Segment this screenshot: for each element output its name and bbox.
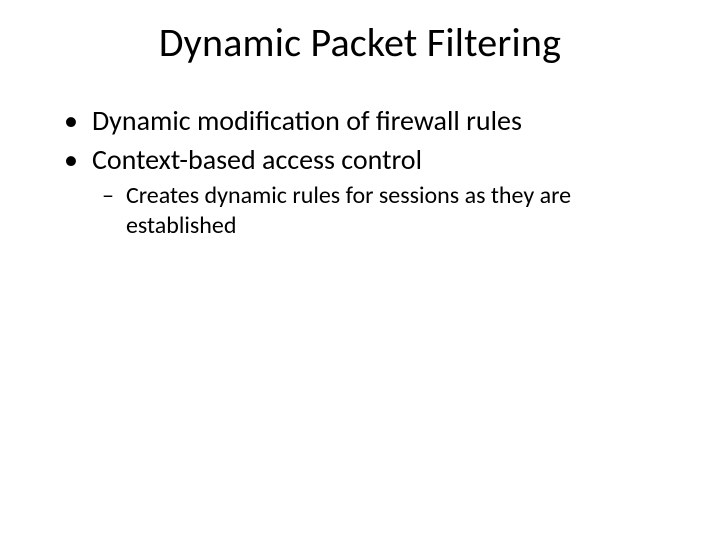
sub-bullet-text: Creates dynamic rules for sessions as th… — [126, 181, 672, 241]
bullet-item: • Context-based access control — [64, 142, 672, 177]
bullet-marker: • — [64, 142, 78, 177]
bullet-item: • Dynamic modification of firewall rules — [64, 103, 672, 138]
sub-bullet-marker: – — [102, 181, 114, 211]
sub-bullet-item: – Creates dynamic rules for sessions as … — [102, 181, 672, 241]
bullet-marker: • — [64, 103, 78, 138]
slide-container: Dynamic Packet Filtering • Dynamic modif… — [0, 0, 720, 540]
bullet-text: Context-based access control — [92, 142, 672, 177]
bullet-text: Dynamic modification of firewall rules — [92, 103, 672, 138]
slide-title: Dynamic Packet Filtering — [48, 18, 672, 67]
slide-content: • Dynamic modification of firewall rules… — [48, 103, 672, 241]
